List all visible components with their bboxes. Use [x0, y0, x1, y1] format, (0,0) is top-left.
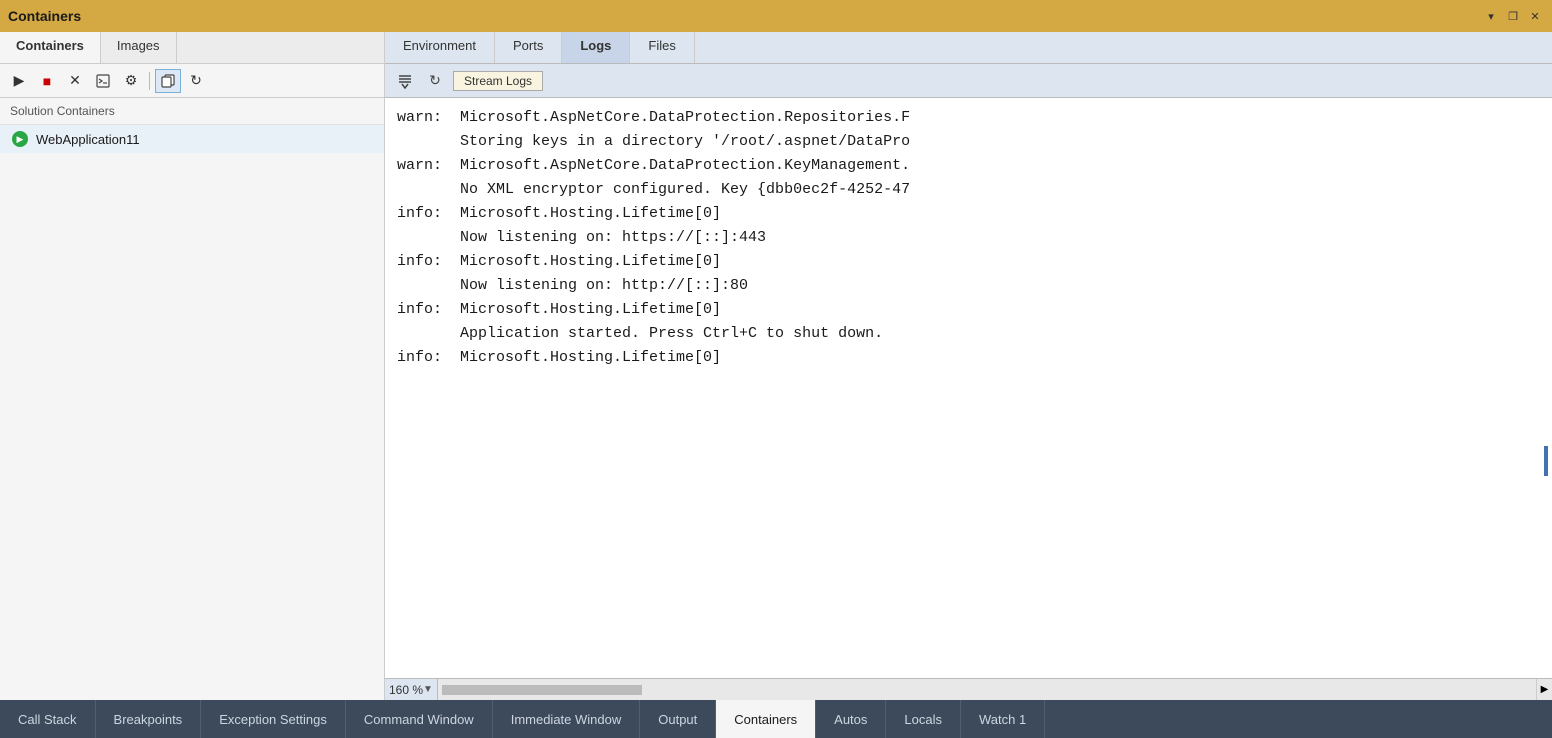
- remove-button[interactable]: ✕: [62, 69, 88, 93]
- bottom-tab-locals[interactable]: Locals: [886, 700, 961, 738]
- left-toolbar: ▶ ■ ✕ ⚙ ↻: [0, 64, 384, 98]
- tab-images[interactable]: Images: [101, 32, 177, 63]
- section-header: Solution Containers: [0, 98, 384, 125]
- bottom-tab-containers[interactable]: Containers: [716, 700, 816, 738]
- minimize-button[interactable]: ▾: [1482, 7, 1500, 25]
- play-button[interactable]: ▶: [6, 69, 32, 93]
- tab-environment[interactable]: Environment: [385, 32, 495, 63]
- zoom-value: 160 %: [389, 683, 423, 697]
- left-panel: Containers Images ▶ ■ ✕ ⚙ ↻ Solution Con…: [0, 32, 385, 700]
- log-content: warn: Microsoft.AspNetCore.DataProtectio…: [397, 106, 1540, 370]
- bottom-tab-immediate-window[interactable]: Immediate Window: [493, 700, 641, 738]
- tab-logs[interactable]: Logs: [562, 32, 630, 63]
- tab-ports[interactable]: Ports: [495, 32, 562, 63]
- app-title: Containers: [8, 8, 81, 24]
- main-container: Containers Images ▶ ■ ✕ ⚙ ↻ Solution Con…: [0, 32, 1552, 700]
- scroll-position-indicator: [1544, 446, 1548, 476]
- stop-button[interactable]: ■: [34, 69, 60, 93]
- zoom-dropdown-icon[interactable]: ▼: [423, 684, 433, 695]
- bottom-tab-watch1[interactable]: Watch 1: [961, 700, 1045, 738]
- container-name: WebApplication11: [36, 132, 140, 147]
- bottom-tab-command-window[interactable]: Command Window: [346, 700, 493, 738]
- settings-button[interactable]: ⚙: [118, 69, 144, 93]
- status-bar: 160 % ▼ ▶: [385, 678, 1552, 700]
- bottom-tab-bar: Call Stack Breakpoints Exception Setting…: [0, 700, 1552, 738]
- scroll-to-end-button[interactable]: [393, 69, 417, 93]
- log-area[interactable]: warn: Microsoft.AspNetCore.DataProtectio…: [385, 98, 1552, 678]
- copy-button[interactable]: [155, 69, 181, 93]
- title-bar: Containers ▾ ❐ ✕: [0, 0, 1552, 32]
- bottom-tab-breakpoints[interactable]: Breakpoints: [96, 700, 202, 738]
- refresh-logs-button[interactable]: ↻: [423, 69, 447, 93]
- horizontal-scrollbar[interactable]: [438, 679, 1536, 700]
- close-button[interactable]: ✕: [1526, 7, 1544, 25]
- bottom-tab-autos[interactable]: Autos: [816, 700, 886, 738]
- stream-logs-button[interactable]: Stream Logs: [453, 71, 543, 91]
- zoom-selector[interactable]: 160 % ▼: [385, 679, 438, 700]
- container-item[interactable]: ▶ WebApplication11: [0, 125, 384, 153]
- left-tab-bar: Containers Images: [0, 32, 384, 64]
- bottom-tab-output[interactable]: Output: [640, 700, 716, 738]
- right-tab-bar: Environment Ports Logs Files: [385, 32, 1552, 64]
- terminal-button[interactable]: [90, 69, 116, 93]
- refresh-button[interactable]: ↻: [183, 69, 209, 93]
- toolbar-sep: [149, 72, 150, 90]
- right-toolbar: ↻ Stream Logs: [385, 64, 1552, 98]
- bottom-tab-exception-settings[interactable]: Exception Settings: [201, 700, 346, 738]
- restore-button[interactable]: ❐: [1504, 7, 1522, 25]
- right-panel: Environment Ports Logs Files ↻ Stream Lo…: [385, 32, 1552, 700]
- window-controls: ▾ ❐ ✕: [1482, 7, 1544, 25]
- tab-files[interactable]: Files: [630, 32, 694, 63]
- tab-containers[interactable]: Containers: [0, 32, 101, 63]
- bottom-tab-call-stack[interactable]: Call Stack: [0, 700, 96, 738]
- scroll-thumb[interactable]: [442, 685, 642, 695]
- scroll-right-button[interactable]: ▶: [1536, 679, 1552, 700]
- container-status-icon: ▶: [12, 131, 28, 147]
